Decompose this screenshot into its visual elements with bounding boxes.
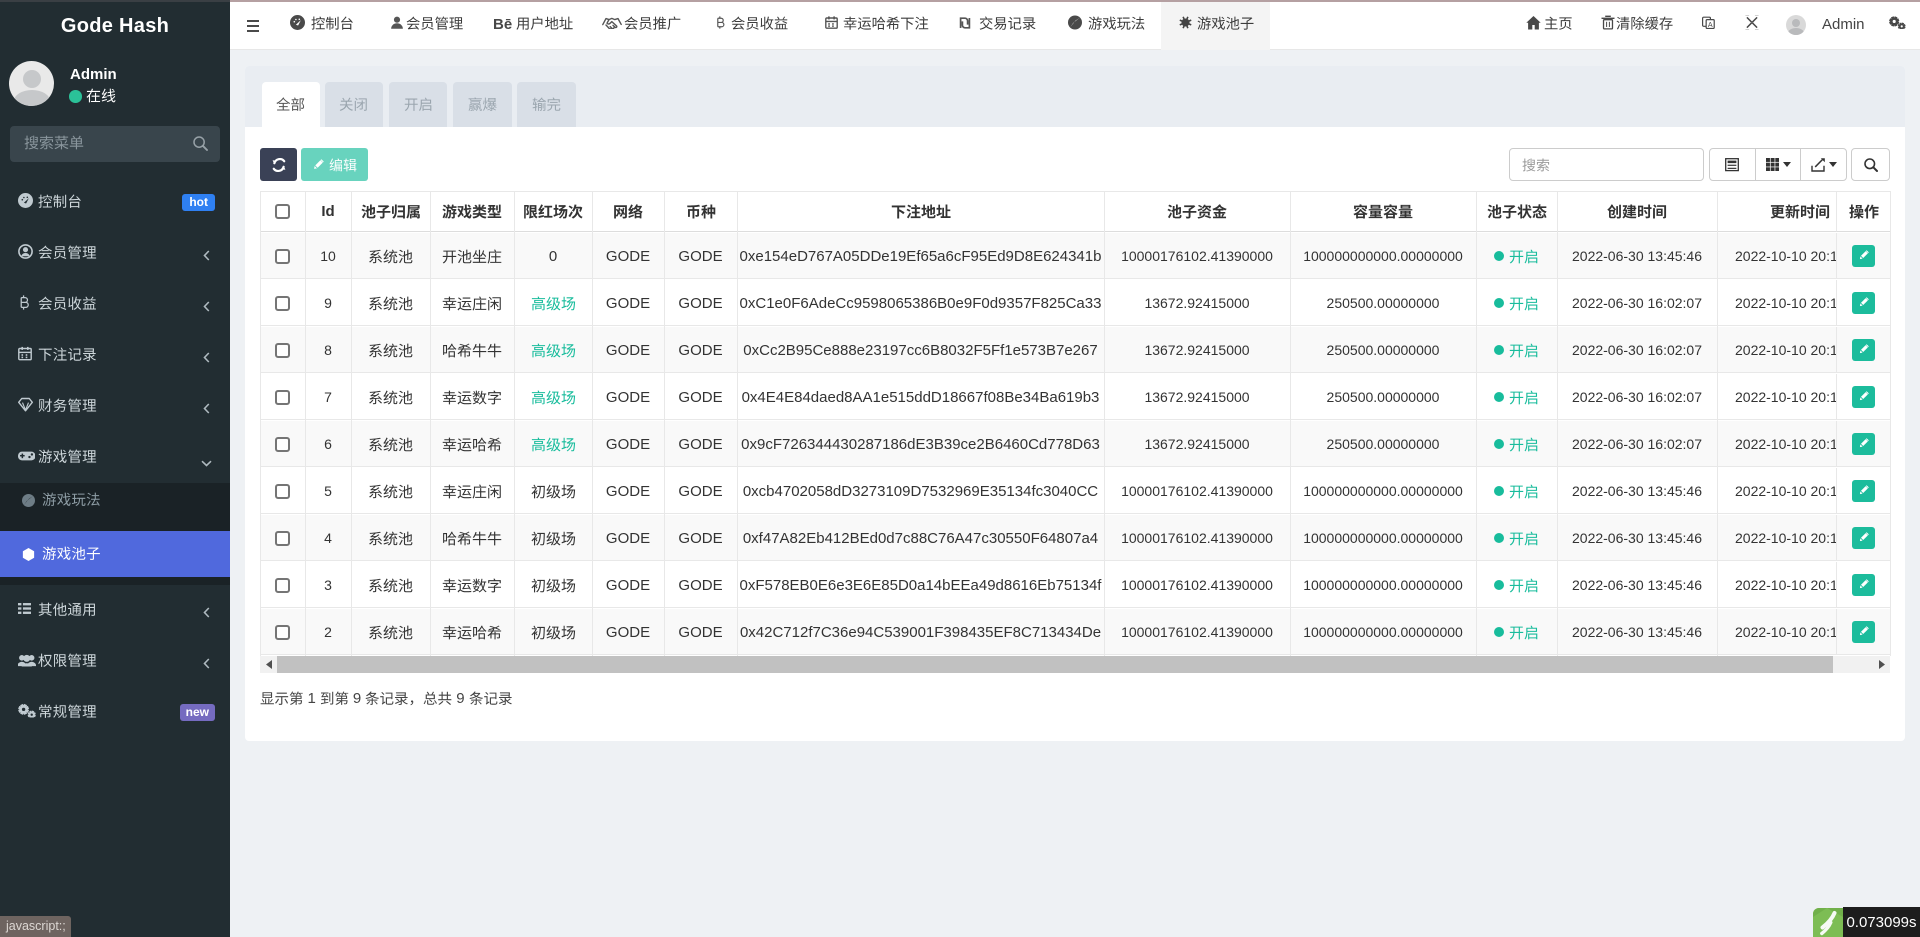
svg-text:A: A [1708,21,1713,29]
